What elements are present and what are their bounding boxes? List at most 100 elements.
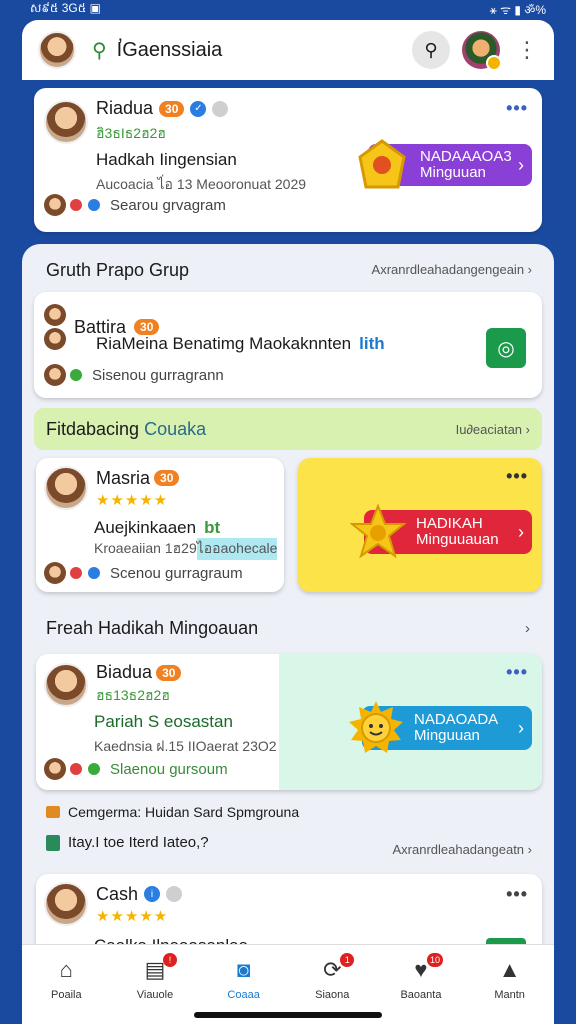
chevron-right-icon: › — [518, 522, 524, 542]
tab-sync[interactable]: ⟳ 1 Siaona — [292, 953, 372, 1001]
section-banner-2: Fitdabacing Couaka Iu∂eaciatan › — [34, 408, 542, 450]
rating-card-sub: Kroaeaiian 1ฮ29 — [94, 540, 197, 556]
rating-mini-icons — [44, 562, 102, 584]
home-indicator[interactable] — [194, 1012, 382, 1018]
mingguan-card-sub: Kaednsia ฝ.15 IIOaerat 23O2 — [94, 738, 277, 754]
rating-card-name: Masria — [96, 467, 151, 488]
rating-card-sub-highlight: ไออaohecale — [196, 538, 278, 560]
chevron-right-icon: › — [518, 155, 524, 175]
search-bar[interactable]: ⚲ I̛Gaenssiaia — [92, 38, 400, 63]
mingguan-cta-button[interactable]: NADAOADA Minguuan › — [349, 701, 532, 753]
tab-label: Viauole — [136, 989, 174, 1001]
folder-icon — [46, 806, 60, 818]
see-all-link-3[interactable]: Axranrdleahadangeatn › — [392, 842, 532, 857]
notification-badge: ! — [162, 953, 177, 967]
info-icon: i — [144, 886, 161, 902]
main-panel: Gruth Prapo Grup Axranrdleahadangengeain… — [22, 244, 554, 1024]
trophy-icon — [358, 139, 406, 189]
star-rating: ★★★★★ — [96, 491, 169, 509]
see-all-link-2[interactable]: Iu∂eaciatan › — [456, 422, 530, 437]
rating-avatar — [44, 466, 88, 510]
star-badge-icon — [350, 504, 406, 559]
status-bar: ស៩៥ 3G៥ ▣ ⚹ ᯤ ▮ ॐ% — [0, 0, 576, 18]
rating-card-title: Auejkinkaaen — [94, 518, 197, 537]
search-icon: ⚲ — [92, 39, 107, 62]
mingguan-card-name: Biadua — [96, 662, 153, 682]
group-card[interactable]: Battira 30 RiaMeina Benatimg Maokaknnten… — [34, 292, 542, 398]
tab-news[interactable]: ▤ ! Viauole — [115, 953, 195, 1001]
mingguan-avatar — [44, 662, 88, 707]
info-line-2: Itay.I toe Iterd Iateo,? — [68, 834, 209, 851]
settings-icon — [166, 886, 183, 902]
rating-badge: 30 — [154, 470, 180, 486]
person-icon: ▲ — [498, 957, 521, 982]
see-all-link-1[interactable]: Axranrdleahadangengeain › — [372, 262, 532, 277]
section-title-3: Freah Hadikah Mingoauan — [46, 618, 259, 638]
level-badge: 30 — [159, 100, 185, 117]
status-left: ស៩៥ 3G៥ ▣ — [30, 1, 101, 15]
more-horiz-icon[interactable]: ••• — [506, 466, 528, 487]
featured-footer: Searou grvagram — [110, 196, 226, 214]
tab-active[interactable]: ◙ Coaaa — [204, 957, 284, 1001]
search-text: I̛Gaenssiaia — [116, 38, 223, 61]
group-card-line-tail: lith — [359, 334, 385, 353]
featured-subtitle: Aucoacia ไ่อ 13 Meooronuat 2029 — [96, 176, 307, 192]
mingguan-card[interactable]: Biadua 30 ฮธ13ธ2ฮ2ฮ Pariah S eosastan Ka… — [36, 654, 542, 790]
tab-favorites[interactable]: ♥ 10 Baoanta — [381, 953, 461, 1001]
cash-card-name: Cash — [96, 883, 139, 904]
verified-icon: ✓ — [190, 100, 207, 117]
close-icon[interactable] — [212, 100, 229, 117]
group-mini-icons — [44, 364, 84, 386]
more-horiz-icon[interactable]: ••• — [506, 662, 528, 683]
rating-card[interactable]: Masria 30 ★★★★★ Auejkinkaaen bt Kroaeaii… — [36, 458, 284, 592]
cash-avatar — [44, 882, 88, 926]
featured-cta-button[interactable]: NADAAAOA3 Minguuan › — [358, 139, 532, 189]
chevron-right-icon: › — [518, 718, 524, 738]
featured-title: Hadkah Iingensian — [96, 150, 237, 169]
top-bar: ⚲ I̛Gaenssiaia ⚲ ⋮ — [22, 20, 554, 80]
more-horiz-icon[interactable]: ••• — [506, 884, 528, 905]
rating-card-footer: Scenou gurragraum — [110, 564, 243, 582]
home-icon: ⌂ — [59, 957, 73, 982]
document-icon — [46, 834, 60, 851]
group-card-footer: Sisenou gurragrann — [92, 366, 224, 384]
notification-badge: 10 — [426, 953, 443, 967]
cash-star-rating: ★★★★★ — [96, 907, 169, 925]
tab-label: Poaila — [51, 989, 82, 1001]
user-avatar[interactable] — [38, 31, 76, 69]
tab-label: Siaona — [315, 989, 350, 1001]
section2-title-rest: Couaka — [144, 419, 207, 439]
camera-icon[interactable]: ◎ — [486, 328, 526, 368]
promo-card-yellow[interactable]: ••• HADIKAH Minguuauan › — [298, 458, 542, 592]
mingguan-mini-icons — [44, 758, 102, 780]
rating-card-title-tail: bt — [204, 518, 221, 537]
tab-home[interactable]: ⌂ Poaila — [26, 957, 106, 1001]
profile-avatar[interactable] — [462, 31, 502, 71]
group-badge: 30 — [134, 319, 160, 335]
tab-profile[interactable]: ▲ Mantn — [470, 957, 550, 1001]
status-right: ⚹ ᯤ ▮ ॐ% — [489, 2, 546, 17]
mingguan-code: ฮธ13ธ2ฮ2ฮ — [96, 687, 170, 703]
notification-badge: 1 — [340, 953, 355, 967]
mingguan-card-footer: Slaenou gursoum — [110, 760, 228, 778]
lens-icon[interactable]: ⚲ — [412, 31, 450, 69]
featured-avatar — [44, 99, 88, 144]
info-line-1: Cemgerma: Huidan Sard Spmgrouna — [68, 804, 300, 820]
chevron-right-icon[interactable]: › — [525, 620, 530, 637]
promo-cta-button-red[interactable]: HADIKAH Minguuauan › — [350, 504, 532, 559]
featured-code: ฮิ3ธIธ2ฮ2ฮ — [96, 125, 166, 141]
square-icon: ◙ — [236, 957, 251, 982]
section2-title-bold: Fitdabacing — [46, 419, 140, 439]
mingguan-card-title: Pariah S eosastan — [94, 712, 233, 731]
group-avatars — [44, 304, 66, 350]
participant-icons — [44, 194, 102, 216]
mingguan-badge: 30 — [156, 664, 182, 681]
more-horiz-icon[interactable]: ••• — [506, 98, 528, 119]
tab-label: Mantn — [494, 989, 525, 1001]
featured-card[interactable]: Riadua 30 ✓ ฮิ3ธIธ2ฮ2ฮ ••• Hadkah Iingen… — [34, 88, 542, 232]
tab-label: Baoanta — [400, 989, 442, 1001]
more-vert-icon[interactable]: ⋮ — [516, 37, 538, 63]
group-card-line: RiaMeina Benatimg Maokaknnten — [96, 334, 352, 353]
tab-label: Coaaa — [227, 989, 260, 1001]
sun-face-icon — [349, 701, 403, 753]
